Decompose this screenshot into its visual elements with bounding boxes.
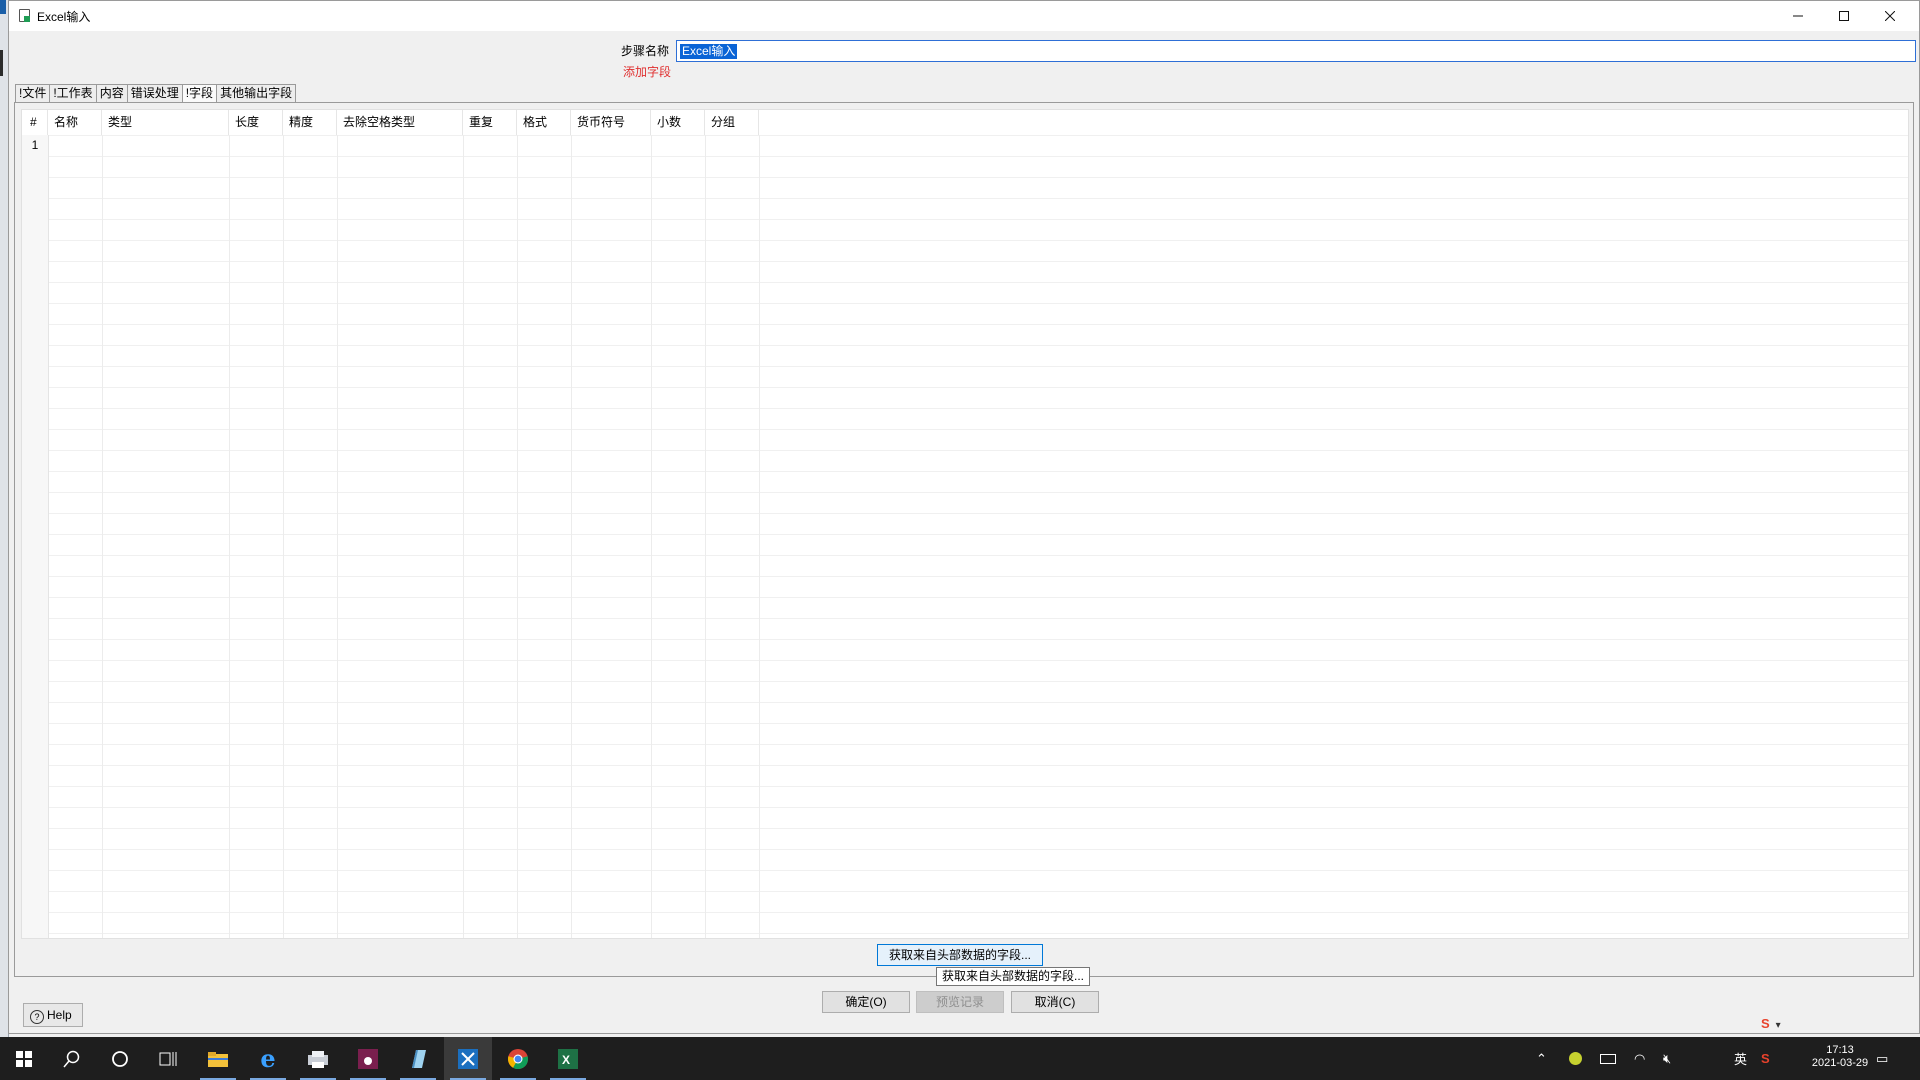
tab-content[interactable]: 内容 — [95, 84, 128, 102]
column-header-name[interactable]: 名称 — [48, 110, 102, 135]
background-app-widget — [0, 50, 3, 76]
taskbar-file-explorer[interactable] — [194, 1037, 242, 1080]
taskbar-excel[interactable]: X — [544, 1037, 592, 1080]
printer-icon — [308, 1050, 328, 1068]
tab-error-handling[interactable]: 错误处理 — [126, 84, 183, 102]
chevron-up-icon: ⌃ — [1536, 1050, 1547, 1066]
excel-icon: X — [558, 1048, 578, 1069]
tray-volume[interactable]: 🔇︎ — [1663, 1037, 1671, 1080]
step-name-input[interactable]: Excel输入 — [676, 40, 1916, 62]
windows-start-icon — [16, 1050, 32, 1067]
minimize-button[interactable] — [1775, 1, 1821, 31]
clock-date: 2021-03-29 — [1811, 1057, 1869, 1069]
title-bar: Excel输入 — [9, 1, 1919, 31]
column-header-group[interactable]: 分组 — [705, 110, 759, 135]
cortana-icon — [112, 1050, 128, 1067]
tray-chevron-up[interactable]: ⌃ — [1536, 1037, 1547, 1080]
tray-battery[interactable] — [1600, 1037, 1616, 1080]
help-label: Help — [47, 1008, 72, 1022]
excel-input-dialog: Excel输入 步骤名称 Excel输入 添加字段 !文件 !工作表 内容 错误… — [8, 0, 1920, 1034]
column-header-rownum[interactable]: # — [22, 110, 48, 135]
close-icon — [1885, 11, 1895, 21]
close-button[interactable] — [1867, 1, 1913, 31]
table-body[interactable]: 1 — [22, 135, 1908, 938]
notepad-icon — [412, 1049, 426, 1068]
maximize-icon — [1839, 11, 1849, 21]
green-app-icon — [1569, 1052, 1582, 1065]
task-view-icon — [159, 1051, 177, 1066]
taskbar-app-pink[interactable] — [344, 1037, 392, 1080]
minimize-icon — [1793, 15, 1803, 17]
chrome-icon — [507, 1048, 529, 1069]
maximize-button[interactable] — [1821, 1, 1867, 31]
taskbar: e X ⌃ ◠ 🔇︎ 英 S ▭ — [0, 1037, 1920, 1080]
get-fields-tooltip: 获取来自头部数据的字段... — [936, 967, 1091, 986]
kettle-icon — [458, 1048, 478, 1069]
tab-strip: !文件 !工作表 内容 错误处理 !字段 其他输出字段 — [15, 84, 297, 103]
column-header-decimal[interactable]: 小数 — [651, 110, 705, 135]
ok-button[interactable]: 确定(O) — [822, 991, 910, 1013]
tray-network[interactable]: ◠ — [1634, 1037, 1645, 1080]
fields-table[interactable]: # 名称 类型 长度 精度 去除空格类型 重复 格式 货币符号 小数 分组 1 — [21, 109, 1909, 939]
column-header-currency[interactable]: 货币符号 — [571, 110, 651, 135]
taskbar-internet-explorer[interactable]: e — [244, 1037, 292, 1080]
column-header-trim-type[interactable]: 去除空格类型 — [337, 110, 463, 135]
table-header: # 名称 类型 长度 精度 去除空格类型 重复 格式 货币符号 小数 分组 — [22, 110, 1908, 135]
get-fields-from-header-button[interactable]: 获取来自头部数据的字段... — [877, 944, 1043, 966]
column-header-length[interactable]: 长度 — [229, 110, 283, 135]
taskbar-app-notepad[interactable] — [394, 1037, 442, 1080]
wifi-icon: ◠ — [1634, 1050, 1646, 1066]
tab-file[interactable]: !文件 — [15, 84, 51, 102]
column-header-precision[interactable]: 精度 — [283, 110, 337, 135]
dialog-icon — [19, 9, 30, 22]
column-header-format[interactable]: 格式 — [517, 110, 571, 135]
start-button[interactable] — [0, 1037, 48, 1080]
sogou-icon: S — [1761, 1016, 1770, 1031]
volume-muted-icon: 🔇︎ — [1663, 1050, 1672, 1066]
taskbar-clock[interactable]: 17:13 2021-03-29 — [1810, 1044, 1870, 1070]
sogou-tray-icon: S — [1761, 1051, 1770, 1066]
step-name-label: 步骤名称 — [621, 44, 670, 58]
ime-language-label: 英 — [1734, 1052, 1748, 1067]
taskbar-chrome[interactable] — [494, 1037, 542, 1080]
tab-fields[interactable]: !字段 — [181, 84, 218, 103]
add-field-link[interactable]: 添加字段 — [623, 63, 671, 80]
tray-sogou[interactable]: S — [1761, 1037, 1770, 1080]
internet-explorer-icon: e — [260, 1044, 276, 1073]
window-title: Excel输入 — [37, 10, 91, 24]
notification-icon: ▭ — [1876, 1050, 1889, 1066]
help-icon: ? — [30, 1010, 44, 1024]
tab-sheet[interactable]: !工作表 — [49, 84, 97, 102]
background-app-icon — [0, 0, 6, 14]
column-header-repeat[interactable]: 重复 — [463, 110, 517, 135]
tab-other-output-fields[interactable]: 其他输出字段 — [216, 84, 297, 102]
step-name-value: Excel输入 — [680, 44, 738, 59]
clock-time: 17:13 — [1826, 1044, 1854, 1056]
cancel-button[interactable]: 取消(C) — [1011, 991, 1099, 1013]
battery-icon — [1600, 1053, 1616, 1064]
table-row-number[interactable]: 1 — [22, 138, 48, 152]
search-icon — [63, 1050, 80, 1067]
preview-button[interactable]: 预览记录 — [916, 991, 1004, 1013]
ime-floating-toolbar[interactable]: S ▾ — [1761, 1016, 1797, 1034]
help-button[interactable]: ? Help — [23, 1003, 83, 1027]
chevron-down-icon: ▾ — [1775, 1020, 1781, 1031]
tray-app-green[interactable] — [1569, 1037, 1582, 1080]
search-button[interactable] — [48, 1037, 96, 1080]
task-view-button[interactable] — [144, 1037, 192, 1080]
cortana-button[interactable] — [96, 1037, 144, 1080]
taskbar-app-spoon[interactable] — [294, 1037, 342, 1080]
taskbar-app-kettle[interactable] — [444, 1037, 492, 1080]
svg-text:X: X — [562, 1053, 570, 1067]
column-lines — [22, 135, 1908, 938]
column-header-type[interactable]: 类型 — [102, 110, 229, 135]
folder-icon — [208, 1051, 228, 1067]
gear-app-icon — [358, 1048, 378, 1069]
tray-ime-language[interactable]: 英 — [1734, 1037, 1747, 1080]
row-number-column — [22, 135, 49, 938]
tray-notifications[interactable]: ▭ — [1876, 1037, 1888, 1080]
